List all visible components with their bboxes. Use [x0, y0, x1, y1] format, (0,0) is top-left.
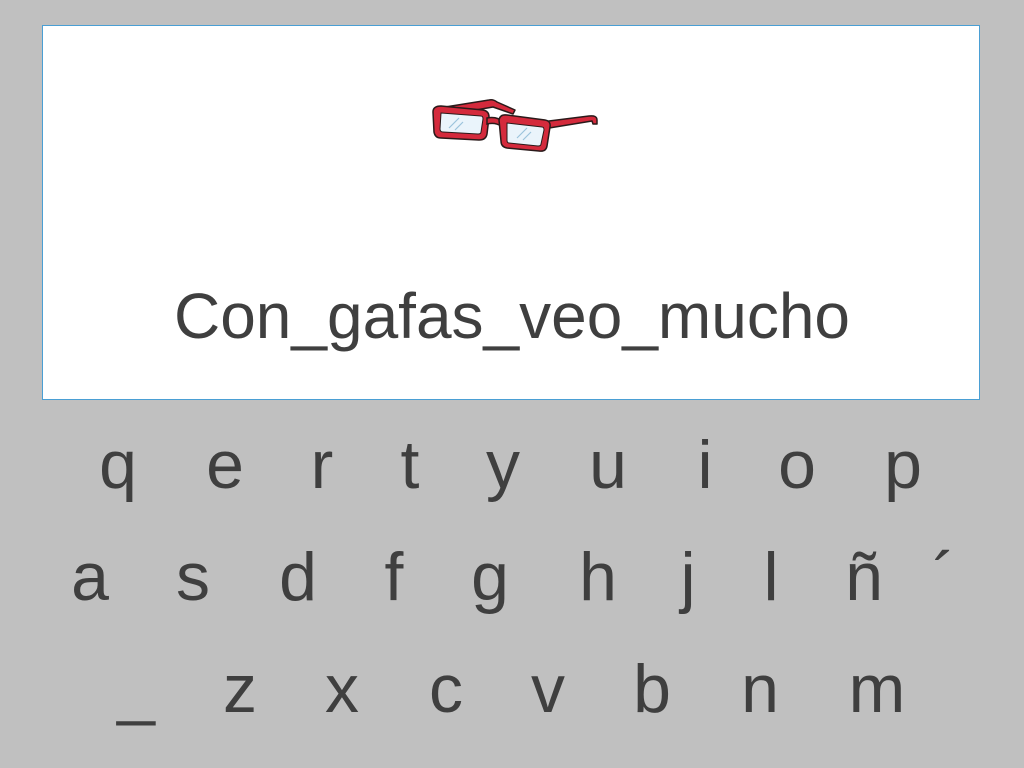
- key-t[interactable]: t: [375, 420, 445, 510]
- key-p[interactable]: p: [868, 420, 938, 510]
- key-m[interactable]: m: [842, 644, 912, 734]
- key-g[interactable]: g: [455, 532, 525, 622]
- target-sentence: Con_gafas_veo_mucho: [173, 280, 851, 352]
- prompt-card: Con_gafas_veo_mucho: [42, 25, 980, 400]
- key-s[interactable]: s: [158, 532, 228, 622]
- key-enye[interactable]: ñ: [829, 532, 899, 622]
- key-l[interactable]: l: [736, 532, 806, 622]
- key-f[interactable]: f: [359, 532, 429, 622]
- key-j[interactable]: j: [653, 532, 723, 622]
- key-underscore[interactable]: _: [101, 644, 171, 734]
- key-z[interactable]: z: [205, 644, 275, 734]
- key-acute-accent[interactable]: ´: [909, 532, 979, 622]
- key-b[interactable]: b: [617, 644, 687, 734]
- key-u[interactable]: u: [573, 420, 643, 510]
- key-y[interactable]: y: [468, 420, 538, 510]
- key-n[interactable]: n: [725, 644, 795, 734]
- key-o[interactable]: o: [762, 420, 832, 510]
- key-e[interactable]: e: [190, 420, 260, 510]
- key-x[interactable]: x: [307, 644, 377, 734]
- key-a[interactable]: a: [55, 532, 125, 622]
- key-d[interactable]: d: [263, 532, 333, 622]
- glasses-icon: [432, 99, 598, 152]
- key-q[interactable]: q: [83, 420, 153, 510]
- key-r[interactable]: r: [287, 420, 357, 510]
- key-v[interactable]: v: [513, 644, 583, 734]
- key-i[interactable]: i: [670, 420, 740, 510]
- key-c[interactable]: c: [411, 644, 481, 734]
- key-h[interactable]: h: [563, 532, 633, 622]
